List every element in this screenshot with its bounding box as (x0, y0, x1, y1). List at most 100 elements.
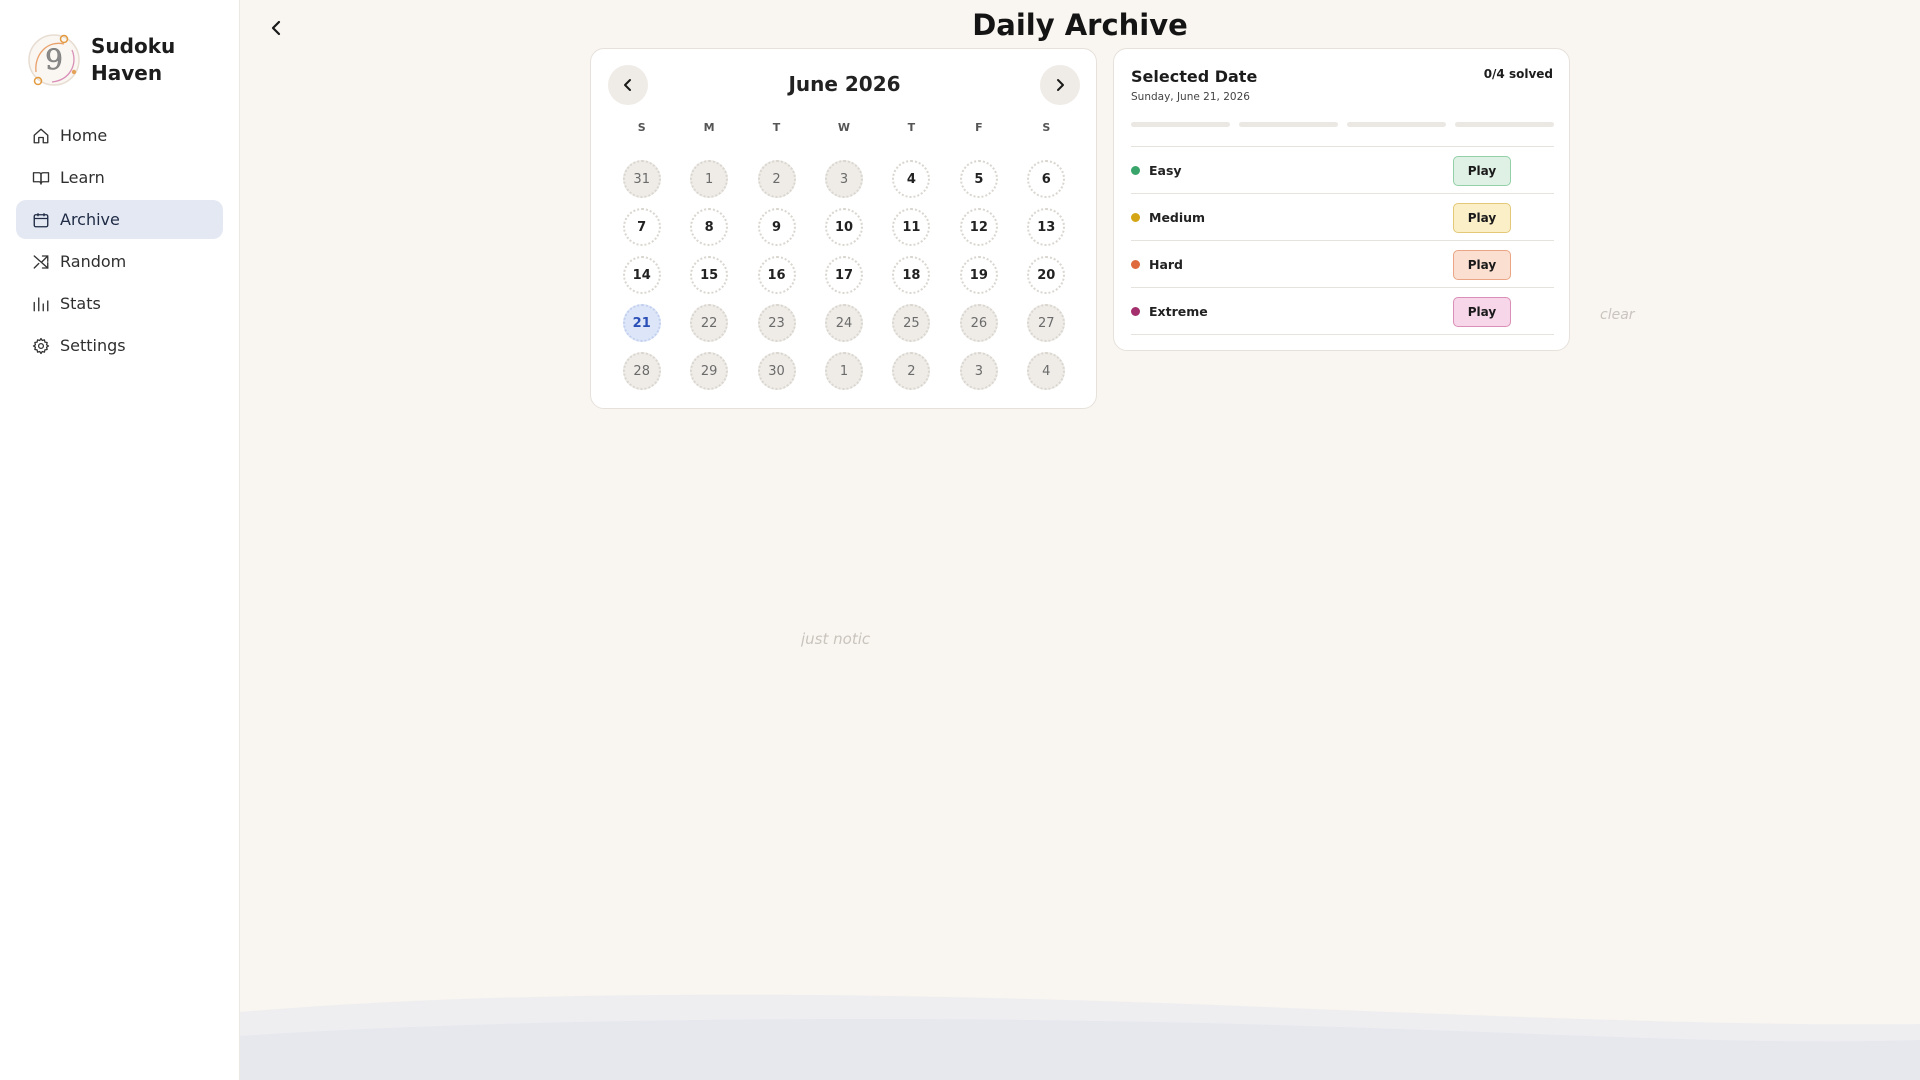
sidebar-item-label: Archive (60, 210, 120, 229)
calendar-day-cell: 10 (810, 203, 877, 251)
calendar-day[interactable]: 14 (622, 256, 661, 294)
calendar-day[interactable]: 10 (824, 208, 863, 246)
play-easy-button[interactable]: Play (1453, 156, 1511, 186)
calendar-day[interactable]: 22 (690, 304, 729, 342)
play-hard-button[interactable]: Play (1453, 250, 1511, 280)
calendar-day[interactable]: 15 (690, 256, 729, 294)
sidebar-item-random[interactable]: Random (16, 242, 223, 281)
calendar-day-cell: 4 (1013, 347, 1080, 395)
brand-name: Sudoku Haven (91, 34, 176, 85)
difficulty-dot (1131, 259, 1140, 269)
calendar-day[interactable]: 27 (1027, 304, 1066, 342)
calendar-day[interactable]: 30 (757, 352, 796, 390)
page-title: Daily Archive (972, 8, 1188, 42)
calendar-day-cell: 29 (675, 347, 742, 395)
calendar-day[interactable]: 20 (1027, 256, 1066, 294)
calendar-day[interactable]: 31 (622, 160, 661, 198)
calendar-day[interactable]: 2 (757, 160, 796, 198)
calendar-day[interactable]: 16 (757, 256, 796, 294)
sidebar-item-label: Settings (60, 336, 126, 355)
ghost-note: just notic (801, 630, 871, 648)
calendar-day[interactable]: 1 (690, 160, 729, 198)
sidebar-item-home[interactable]: Home (16, 116, 223, 155)
sidebar-item-settings[interactable]: Settings (16, 326, 223, 365)
calendar-day-cell: 6 (1013, 155, 1080, 203)
calendar-day-cell: 19 (945, 251, 1012, 299)
sidebar-item-label: Stats (60, 294, 101, 313)
sidebar-item-label: Home (60, 126, 108, 145)
solved-progress-bar (1131, 122, 1554, 127)
sidebar-item-learn[interactable]: Learn (16, 158, 223, 197)
calendar-day[interactable]: 6 (1027, 160, 1066, 198)
sidebar-nav: Home Learn Archive Random Stats Settings (16, 116, 223, 368)
progress-segment (1455, 122, 1554, 127)
calendar-day-cell: 25 (878, 299, 945, 347)
calendar-day-selected[interactable]: 21 (622, 304, 661, 342)
sidebar-item-label: Learn (60, 168, 105, 187)
calendar-day-cell: 5 (945, 155, 1012, 203)
calendar-icon (32, 211, 50, 229)
calendar-day-cell: 18 (878, 251, 945, 299)
weekday-header: S M T W T F S (608, 121, 1080, 134)
calendar-day-cell: 13 (1013, 203, 1080, 251)
sidebar-item-label: Random (60, 252, 127, 271)
difficulty-name: Easy (1149, 162, 1182, 178)
play-medium-button[interactable]: Play (1453, 203, 1511, 233)
gear-icon (32, 337, 50, 355)
brand[interactable]: 9 Sudoku Haven (26, 32, 181, 88)
sidebar: 9 Sudoku Haven Home Learn Archive Random… (0, 0, 240, 1080)
calendar-day-cell: 27 (1013, 299, 1080, 347)
progress-segment (1347, 122, 1446, 127)
calendar-day[interactable]: 26 (959, 304, 998, 342)
difficulty-row-medium: Medium Play (1131, 194, 1554, 241)
calendar-day[interactable]: 28 (622, 352, 661, 390)
calendar-day[interactable]: 2 (892, 352, 931, 390)
calendar-day[interactable]: 4 (1027, 352, 1066, 390)
calendar-day-cell: 1 (810, 347, 877, 395)
calendar-day-cell: 16 (743, 251, 810, 299)
calendar-day[interactable]: 1 (824, 352, 863, 390)
calendar-day-cell: 30 (743, 347, 810, 395)
difficulty-name: Extreme (1149, 303, 1208, 319)
calendar-day[interactable]: 4 (892, 160, 931, 198)
weekday-label: W (837, 121, 851, 134)
difficulty-row-hard: Hard Play (1131, 241, 1554, 288)
calendar-day[interactable]: 24 (824, 304, 863, 342)
calendar-day[interactable]: 9 (757, 208, 796, 246)
calendar-day-cell: 15 (675, 251, 742, 299)
next-month-button[interactable] (1040, 65, 1080, 105)
sidebar-item-stats[interactable]: Stats (16, 284, 223, 323)
weekday-label: F (975, 121, 983, 134)
sudoku-nine-logo-icon: 9 (26, 32, 82, 88)
calendar-day[interactable]: 18 (892, 256, 931, 294)
sidebar-item-archive[interactable]: Archive (16, 200, 223, 239)
prev-month-button[interactable] (608, 65, 648, 105)
calendar-day-cell: 21 (608, 299, 675, 347)
calendar-day-cell: 3 (945, 347, 1012, 395)
back-button[interactable] (266, 16, 286, 40)
book-icon (32, 169, 50, 187)
calendar-day[interactable]: 3 (824, 160, 863, 198)
calendar-day[interactable]: 19 (959, 256, 998, 294)
calendar-day[interactable]: 23 (757, 304, 796, 342)
calendar-day[interactable]: 11 (892, 208, 931, 246)
calendar-day-cell: 23 (743, 299, 810, 347)
progress-segment (1131, 122, 1230, 127)
weekday-label: M (703, 121, 715, 134)
calendar-day[interactable]: 25 (892, 304, 931, 342)
solved-count: 0/4 solved (1483, 67, 1553, 81)
calendar-day[interactable]: 7 (622, 208, 661, 246)
calendar-day-cell: 20 (1013, 251, 1080, 299)
calendar-day[interactable]: 12 (959, 208, 998, 246)
weekday-label: T (907, 121, 916, 134)
calendar-day[interactable]: 13 (1027, 208, 1066, 246)
calendar-day[interactable]: 29 (690, 352, 729, 390)
calendar-day[interactable]: 5 (959, 160, 998, 198)
calendar-day[interactable]: 3 (959, 352, 998, 390)
calendar-day-cell: 7 (608, 203, 675, 251)
difficulty-dot (1131, 165, 1140, 175)
weekday-label: T (772, 121, 781, 134)
calendar-day[interactable]: 17 (824, 256, 863, 294)
play-extreme-button[interactable]: Play (1453, 297, 1511, 327)
calendar-day[interactable]: 8 (690, 208, 729, 246)
